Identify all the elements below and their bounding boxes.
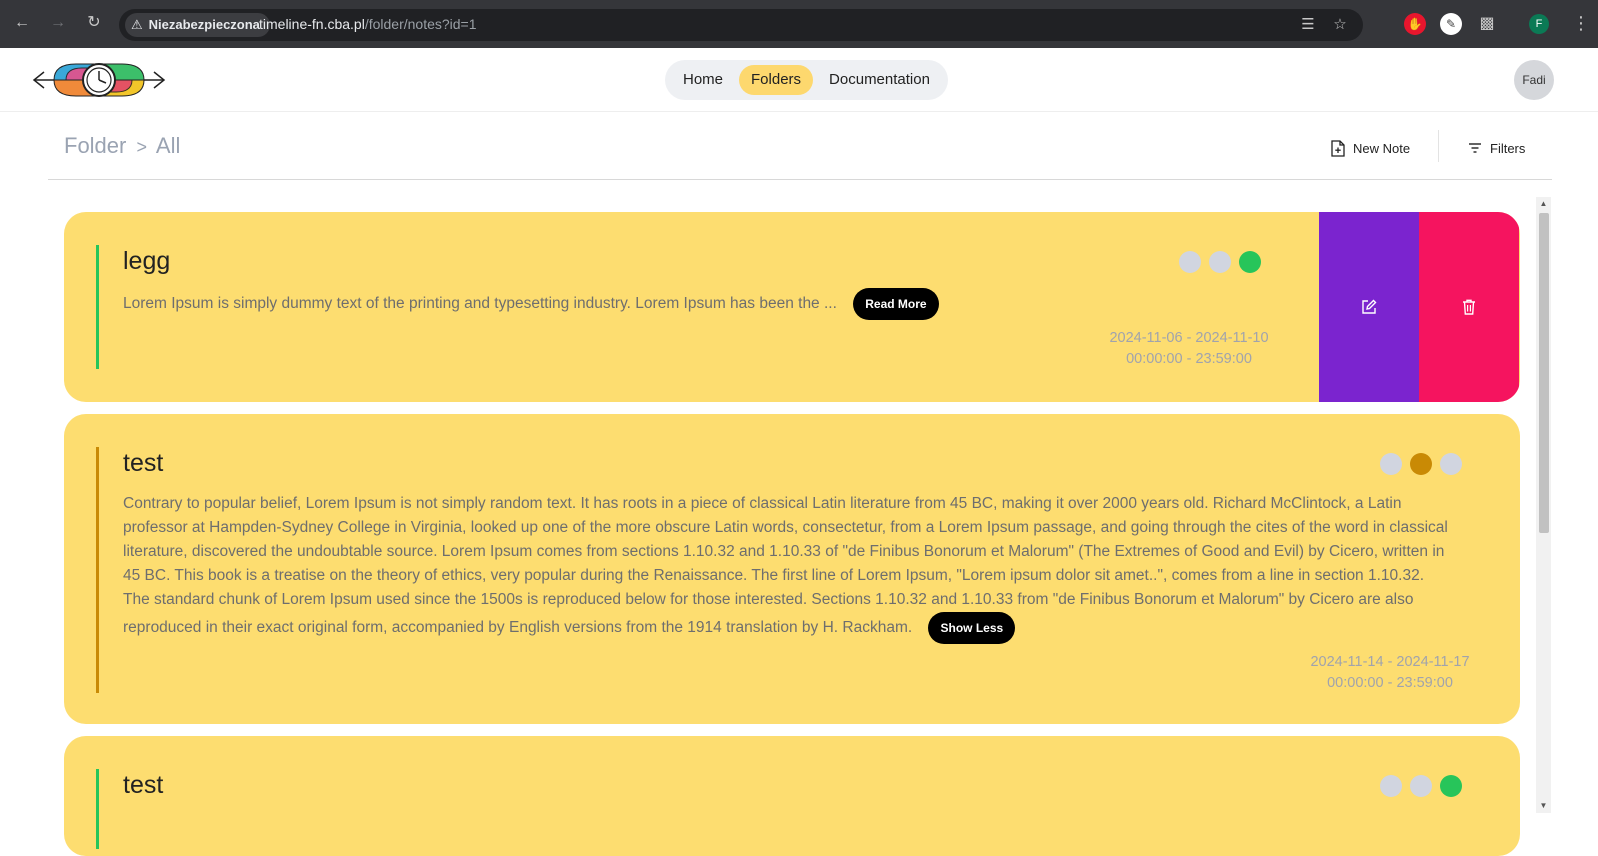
- scrollbar-thumb[interactable]: [1539, 213, 1549, 533]
- nav-home[interactable]: Home: [671, 65, 735, 95]
- toolbar-divider: [1438, 130, 1439, 162]
- security-label: Niezabezpieczona: [148, 17, 260, 32]
- note-card[interactable]: legg Lorem Ipsum is simply dummy text of…: [64, 212, 1520, 402]
- note-card[interactable]: test Contrary to popular belief, Lorem I…: [64, 414, 1520, 724]
- read-more-button[interactable]: Read More: [853, 288, 939, 320]
- nav-documentation[interactable]: Documentation: [817, 65, 942, 95]
- note-accent-bar: [96, 769, 99, 849]
- note-accent-bar: [96, 447, 99, 693]
- status-dot[interactable]: [1209, 251, 1231, 273]
- extension-pen-icon[interactable]: ✎: [1440, 13, 1462, 35]
- profile-avatar[interactable]: F: [1529, 14, 1549, 34]
- extensions-puzzle-icon[interactable]: ▩: [1476, 13, 1498, 35]
- toolbar-divider-line: [48, 179, 1552, 180]
- filters-label: Filters: [1490, 140, 1526, 156]
- status-dot[interactable]: [1410, 775, 1432, 797]
- nav-folders[interactable]: Folders: [739, 65, 814, 95]
- bookmark-star-icon[interactable]: ☆: [1331, 16, 1349, 34]
- security-chip[interactable]: ⚠ Niezabezpieczona: [125, 13, 270, 37]
- notes-scrollbar[interactable]: ▲ ▼: [1536, 197, 1551, 813]
- scroll-down-arrow-icon[interactable]: ▼: [1539, 801, 1548, 811]
- warning-icon: ⚠: [131, 17, 143, 32]
- note-card[interactable]: test: [64, 736, 1520, 856]
- translate-icon[interactable]: ☰: [1299, 16, 1317, 34]
- status-dot[interactable]: [1440, 775, 1462, 797]
- main-nav: Home Folders Documentation: [665, 60, 948, 100]
- app-header: Home Folders Documentation Fadi: [0, 48, 1598, 112]
- filter-icon: [1469, 143, 1481, 153]
- edit-icon: [1362, 299, 1377, 314]
- note-title: legg: [123, 247, 171, 275]
- url-text[interactable]: timeline-fn.cba.pl/folder/notes?id=1: [259, 16, 477, 32]
- menu-kebab-icon[interactable]: ⋮: [1570, 12, 1592, 34]
- browser-chrome: ← → ↻ ⚠ Niezabezpieczona timeline-fn.cba…: [0, 0, 1598, 48]
- note-status-dots: [1380, 453, 1462, 475]
- user-avatar[interactable]: Fadi: [1514, 60, 1554, 100]
- breadcrumb-separator: >: [136, 137, 147, 157]
- note-status-dots: [1380, 775, 1462, 797]
- status-dot[interactable]: [1410, 453, 1432, 475]
- status-dot[interactable]: [1380, 775, 1402, 797]
- back-icon[interactable]: ←: [11, 12, 33, 34]
- reload-icon[interactable]: ↻: [83, 12, 105, 34]
- note-body: Contrary to popular belief, Lorem Ipsum …: [123, 492, 1453, 644]
- edit-note-button[interactable]: [1319, 212, 1419, 402]
- status-dot[interactable]: [1440, 453, 1462, 475]
- note-accent-bar: [96, 245, 99, 369]
- note-time-range: 00:00:00 - 23:59:00: [1126, 351, 1252, 367]
- trash-icon: [1463, 299, 1475, 315]
- status-dot[interactable]: [1380, 453, 1402, 475]
- note-body: Lorem Ipsum is simply dummy text of the …: [123, 288, 983, 320]
- note-title: test: [123, 771, 164, 799]
- note-date-range: 2024-11-06 - 2024-11-10: [1109, 330, 1269, 346]
- forward-icon[interactable]: →: [47, 12, 69, 34]
- status-dot[interactable]: [1179, 251, 1201, 273]
- note-status-dots: [1179, 251, 1261, 273]
- note-date-range: 2024-11-14 - 2024-11-17: [1310, 654, 1470, 670]
- show-less-button[interactable]: Show Less: [928, 612, 1016, 644]
- note-dates: 2024-11-14 - 2024-11-17 00:00:00 - 23:59…: [1305, 652, 1475, 694]
- filters-button[interactable]: Filters: [1468, 137, 1525, 159]
- scroll-up-arrow-icon[interactable]: ▲: [1539, 199, 1548, 209]
- breadcrumb-current: All: [155, 133, 181, 158]
- timeline-logo[interactable]: [32, 58, 166, 102]
- delete-note-button[interactable]: [1419, 212, 1519, 402]
- extension-icon[interactable]: ✋: [1404, 13, 1426, 35]
- note-time-range: 00:00:00 - 23:59:00: [1327, 675, 1453, 691]
- status-dot[interactable]: [1239, 251, 1261, 273]
- breadcrumb-folder[interactable]: Folder: [64, 133, 126, 158]
- new-note-label: New Note: [1353, 140, 1411, 156]
- note-body-text: Lorem Ipsum is simply dummy text of the …: [123, 295, 837, 313]
- note-body-text: Contrary to popular belief, Lorem Ipsum …: [123, 495, 1448, 637]
- address-bar[interactable]: ⚠ Niezabezpieczona timeline-fn.cba.pl/fo…: [119, 9, 1363, 41]
- new-file-icon: [1331, 139, 1345, 157]
- note-dates: 2024-11-06 - 2024-11-10 00:00:00 - 23:59…: [1104, 328, 1274, 370]
- breadcrumb: Folder > All: [64, 133, 180, 159]
- new-note-button[interactable]: New Note: [1331, 137, 1410, 159]
- note-title: test: [123, 449, 164, 477]
